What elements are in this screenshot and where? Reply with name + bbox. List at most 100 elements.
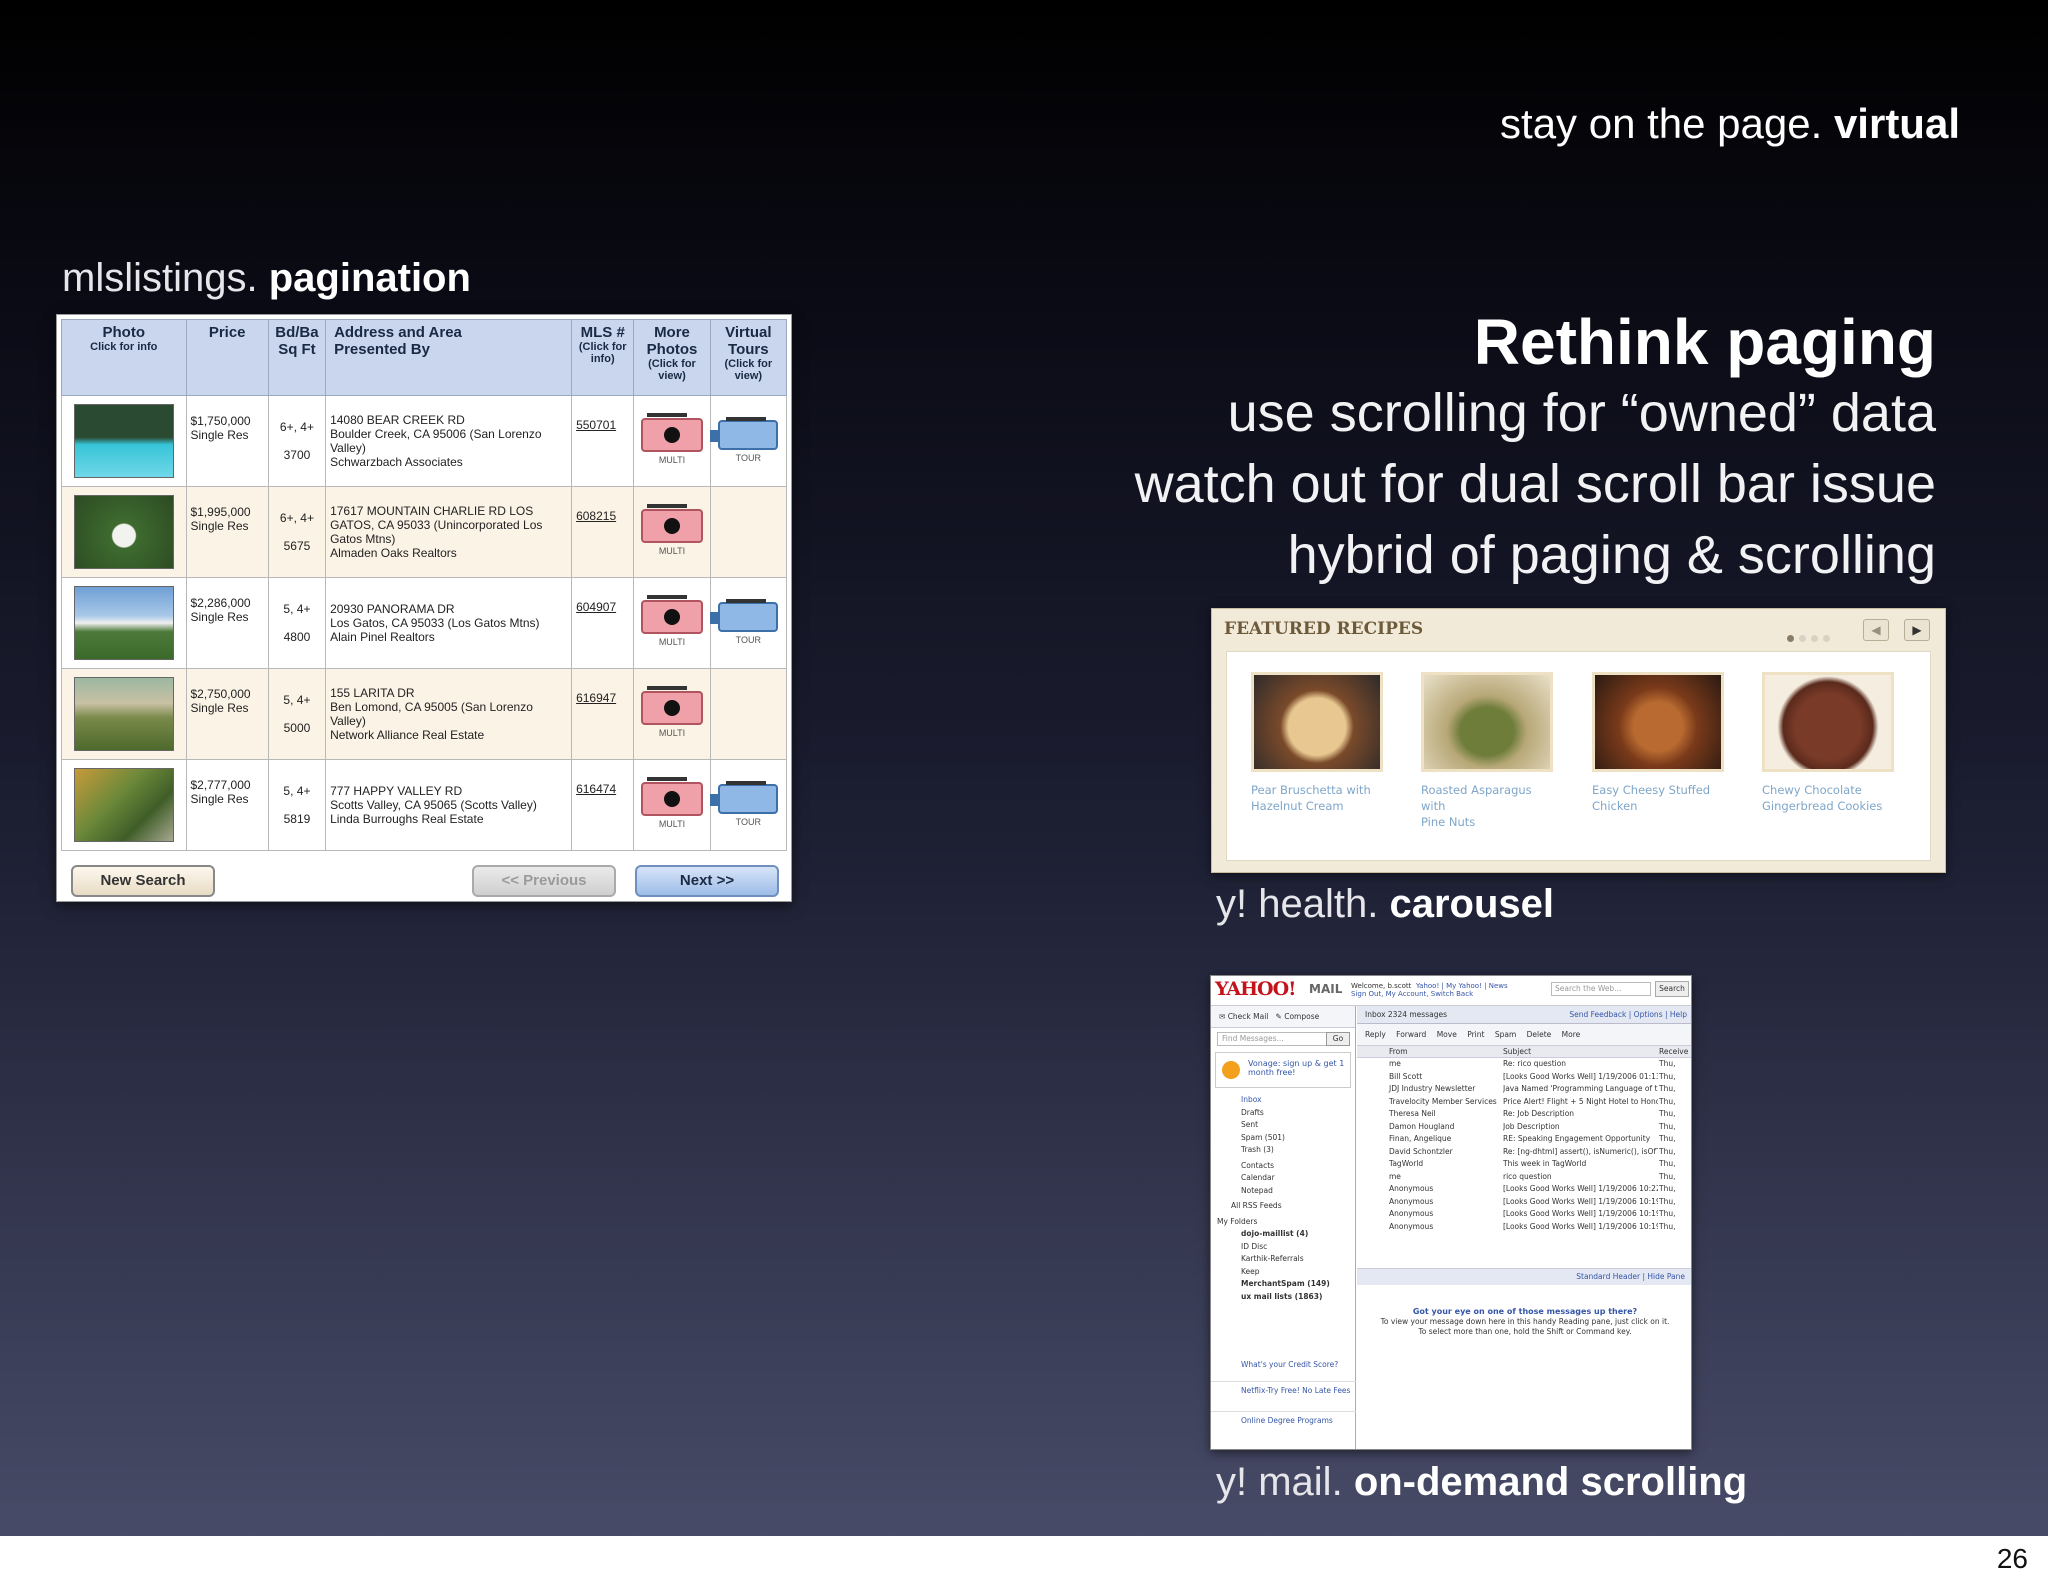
folder-item[interactable]: Karthik-Referrals bbox=[1211, 1253, 1355, 1266]
check-mail-button[interactable]: Check Mail bbox=[1228, 1012, 1269, 1021]
header-virtual-tours: Virtual Tours (Click for view) bbox=[709, 319, 788, 396]
listing-photo[interactable] bbox=[73, 495, 174, 569]
recipe-link[interactable]: Chewy Chocolate Gingerbread Cookies bbox=[1762, 782, 1898, 814]
carousel-next-button[interactable]: ▶ bbox=[1904, 619, 1930, 641]
message-row[interactable]: Finan, Angelique RE: Speaking Engagement … bbox=[1357, 1133, 1691, 1146]
recipe-card[interactable]: Pear Bruschetta with Hazelnut Cream bbox=[1247, 672, 1387, 814]
recipe-image[interactable] bbox=[1421, 672, 1553, 772]
camera-icon[interactable] bbox=[640, 776, 703, 816]
folder-sent[interactable]: Sent bbox=[1211, 1119, 1355, 1132]
message-row[interactable]: Anonymous [Looks Good Works Well] 1/19/20… bbox=[1357, 1221, 1691, 1234]
camera-icon[interactable] bbox=[640, 685, 703, 725]
message-row[interactable]: TagWorld This week in TagWorld Thu, bbox=[1357, 1158, 1691, 1171]
account-links[interactable]: Sign Out, My Account, Switch Back bbox=[1351, 990, 1473, 998]
folder-notepad[interactable]: Notepad bbox=[1211, 1185, 1355, 1198]
find-go-button[interactable]: Go bbox=[1326, 1032, 1350, 1046]
mls-number-link[interactable]: 616474 bbox=[571, 759, 635, 851]
listing-area: Ben Lomond, CA 95005 (San Lorenzo Valley… bbox=[330, 700, 533, 728]
folder-rss[interactable]: All RSS Feeds bbox=[1211, 1200, 1355, 1213]
carousel-caption-plain: y! health. bbox=[1216, 882, 1379, 926]
next-page-button[interactable]: Next >> bbox=[635, 865, 779, 897]
slide-title-plain: stay on the page. bbox=[1500, 100, 1823, 147]
message-row[interactable]: Damon Hougland Job Description Thu, bbox=[1357, 1121, 1691, 1134]
credit-score-ad[interactable]: What's your Credit Score? bbox=[1211, 1356, 1356, 1382]
netflix-ad[interactable]: Netflix-Try Free! No Late Fees bbox=[1211, 1382, 1356, 1412]
recipe-card[interactable]: Chewy Chocolate Gingerbread Cookies bbox=[1758, 672, 1898, 814]
folder-spam[interactable]: Spam (501) bbox=[1211, 1132, 1355, 1145]
mail-main-pane: Inbox 2324 messages Send Feedback | Opti… bbox=[1357, 1006, 1691, 1449]
recipe-image[interactable] bbox=[1762, 672, 1894, 772]
mls-number-link[interactable]: 550701 bbox=[571, 395, 635, 487]
web-search-button[interactable]: Search bbox=[1655, 981, 1689, 997]
folder-calendar[interactable]: Calendar bbox=[1211, 1172, 1355, 1185]
find-messages-input[interactable]: Find Messages... Go bbox=[1217, 1032, 1350, 1046]
message-row[interactable]: Travelocity Member Services Price Alert! … bbox=[1357, 1096, 1691, 1109]
message-toolbar[interactable]: Reply Forward Move Print Spam Delete Mor… bbox=[1357, 1024, 1691, 1046]
mail-caption-plain: y! mail. bbox=[1216, 1460, 1343, 1504]
message-row[interactable]: me rico question Thu, bbox=[1357, 1171, 1691, 1184]
listing-area: Los Gatos, CA 95033 (Los Gatos Mtns) bbox=[330, 616, 540, 630]
mls-number-link[interactable]: 616947 bbox=[571, 668, 635, 760]
message-row[interactable]: JDJ Industry Newsletter Java Named 'Progr… bbox=[1357, 1083, 1691, 1096]
recipe-name-line2: Hazelnut Cream bbox=[1251, 799, 1344, 813]
recipe-image[interactable] bbox=[1251, 672, 1383, 772]
folder-item[interactable]: MerchantSpam (149) bbox=[1211, 1278, 1355, 1291]
feedback-options-links[interactable]: Send Feedback | Options | Help bbox=[1569, 1006, 1687, 1024]
folder-inbox[interactable]: Inbox bbox=[1211, 1094, 1355, 1107]
yahoo-logo[interactable]: YAHOO! bbox=[1215, 978, 1296, 1000]
recipe-image[interactable] bbox=[1592, 672, 1724, 772]
camera-icon[interactable] bbox=[640, 412, 703, 452]
recipe-link[interactable]: Roasted Asparagus with Pine Nuts bbox=[1421, 782, 1557, 830]
folder-drafts[interactable]: Drafts bbox=[1211, 1107, 1355, 1120]
message-row[interactable]: David Schontzler Re: [ng-dhtml] assert(),… bbox=[1357, 1146, 1691, 1159]
online-degree-ad[interactable]: Online Degree Programs bbox=[1211, 1412, 1356, 1438]
mls-number-link[interactable]: 604907 bbox=[571, 577, 635, 669]
compose-button[interactable]: Compose bbox=[1284, 1012, 1319, 1021]
folder-trash[interactable]: Trash (3) bbox=[1211, 1144, 1355, 1157]
page-dot[interactable] bbox=[1787, 635, 1794, 642]
folder-item[interactable]: ID Disc bbox=[1211, 1241, 1355, 1254]
recipe-link[interactable]: Easy Cheesy Stuffed Chicken bbox=[1592, 782, 1728, 814]
listing-photo[interactable] bbox=[73, 768, 174, 842]
message-row[interactable]: Anonymous [Looks Good Works Well] 1/19/20… bbox=[1357, 1196, 1691, 1209]
listing-photo[interactable] bbox=[73, 677, 174, 751]
video-camera-icon[interactable] bbox=[710, 780, 779, 814]
page-dot[interactable] bbox=[1823, 635, 1830, 642]
folder-item[interactable]: dojo-maillist (4) bbox=[1211, 1228, 1355, 1241]
previous-page-button[interactable]: << Previous bbox=[472, 865, 616, 897]
message-row[interactable]: me Re: rico question Thu, bbox=[1357, 1058, 1691, 1071]
recipe-card[interactable]: Easy Cheesy Stuffed Chicken bbox=[1588, 672, 1728, 814]
listing-photo[interactable] bbox=[73, 586, 174, 660]
web-search-input[interactable]: Search the Web... bbox=[1551, 982, 1651, 996]
listing-photo[interactable] bbox=[73, 404, 174, 478]
recipe-link[interactable]: Pear Bruschetta with Hazelnut Cream bbox=[1251, 782, 1387, 814]
page-number: 26 bbox=[1996, 1543, 2028, 1574]
column-subject[interactable]: Subject bbox=[1503, 1046, 1658, 1058]
column-from[interactable]: From bbox=[1389, 1046, 1408, 1058]
carousel-prev-button[interactable]: ◀ bbox=[1863, 619, 1889, 641]
message-row[interactable]: Anonymous [Looks Good Works Well] 1/19/20… bbox=[1357, 1208, 1691, 1221]
folder-item[interactable]: ux mail lists (1863) bbox=[1211, 1291, 1355, 1304]
video-camera-icon[interactable] bbox=[710, 416, 779, 450]
reading-pane-bar[interactable]: Standard Header | Hide Pane bbox=[1357, 1269, 1691, 1285]
message-from: Anonymous bbox=[1389, 1221, 1434, 1231]
message-row[interactable]: Theresa Neil Re: Job Description Thu, bbox=[1357, 1108, 1691, 1121]
new-search-button[interactable]: New Search bbox=[71, 865, 215, 897]
find-placeholder: Find Messages... bbox=[1222, 1034, 1284, 1043]
page-dot[interactable] bbox=[1811, 635, 1818, 642]
camera-icon[interactable] bbox=[640, 594, 703, 634]
column-received[interactable]: Receive bbox=[1659, 1046, 1688, 1058]
folder-contacts[interactable]: Contacts bbox=[1211, 1160, 1355, 1173]
inbox-tab[interactable]: Inbox 2324 messages Send Feedback | Opti… bbox=[1357, 1006, 1691, 1024]
message-row[interactable]: Anonymous [Looks Good Works Well] 1/19/20… bbox=[1357, 1183, 1691, 1196]
mls-number-link[interactable]: 608215 bbox=[571, 486, 635, 578]
vonage-ad[interactable]: Vonage: sign up & get 1 month free! bbox=[1215, 1052, 1351, 1088]
message-row[interactable]: Bill Scott [Looks Good Works Well] 1/19/2… bbox=[1357, 1071, 1691, 1084]
folder-item[interactable]: Keep bbox=[1211, 1266, 1355, 1279]
message-recv: Thu, bbox=[1659, 1071, 1676, 1081]
camera-icon[interactable] bbox=[640, 503, 703, 543]
header-links[interactable]: Yahoo! | My Yahoo! | News bbox=[1416, 982, 1508, 990]
page-dot[interactable] bbox=[1799, 635, 1806, 642]
recipe-card[interactable]: Roasted Asparagus with Pine Nuts bbox=[1417, 672, 1557, 830]
video-camera-icon[interactable] bbox=[710, 598, 779, 632]
